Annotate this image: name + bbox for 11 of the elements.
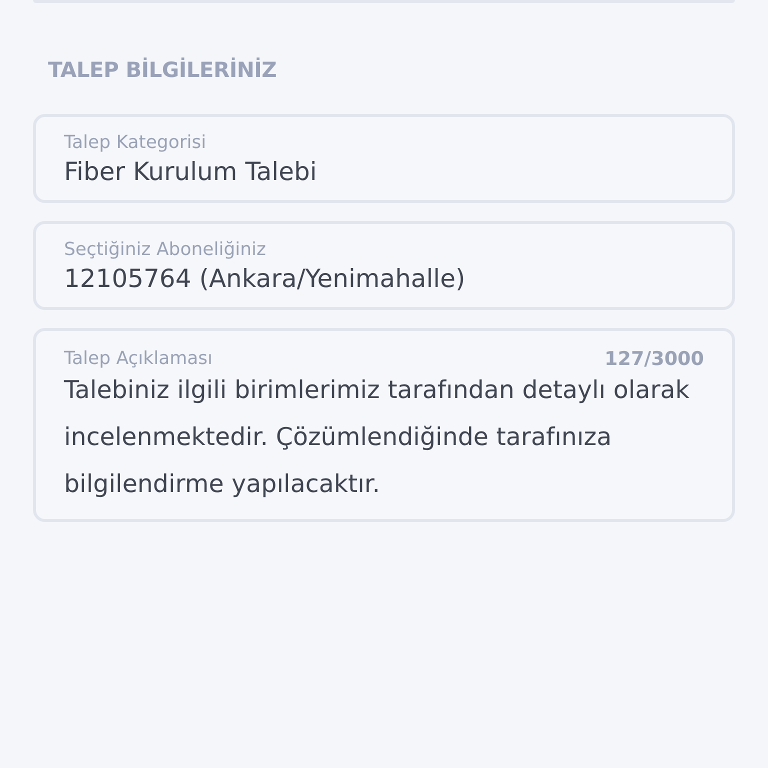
text-field[interactable]: Seçtiğiniz Aboneliğiniz 12105764 (Ankara/Yenimahalle)	[33, 220, 735, 310]
field-label: Talep Kategorisi	[64, 130, 206, 154]
text-field[interactable]: Talep Kategorisi Fiber Kurulum Talebi	[33, 114, 735, 202]
field-value: 12105764 (Ankara/Yenimahalle)	[64, 262, 466, 294]
field-value: Talebiniz ilgili birimlerimiz tarafından detaylı olarak incelenmektedir. Çözümlendiğinde tarafınıza bilgilendirme yapılacaktır.	[64, 374, 690, 500]
field-label: Talep Açıklaması	[64, 346, 213, 371]
character-counter: 127/3000	[604, 346, 704, 372]
description-field[interactable]: Talep Açıklaması 127/3000 Talebiniz ilgili birimlerimiz tarafından detaylı olarak incelenmektedir. Çözümlendiğinde tarafınıza bilgilendirme yapılacaktır.	[33, 328, 735, 522]
field-label: Seçtiğiniz Aboneliğiniz	[64, 238, 266, 262]
field-value: Fiber Kurulum Talebi	[64, 156, 318, 188]
section-title: TALEP BİLGİLERİNİZ	[48, 56, 278, 84]
